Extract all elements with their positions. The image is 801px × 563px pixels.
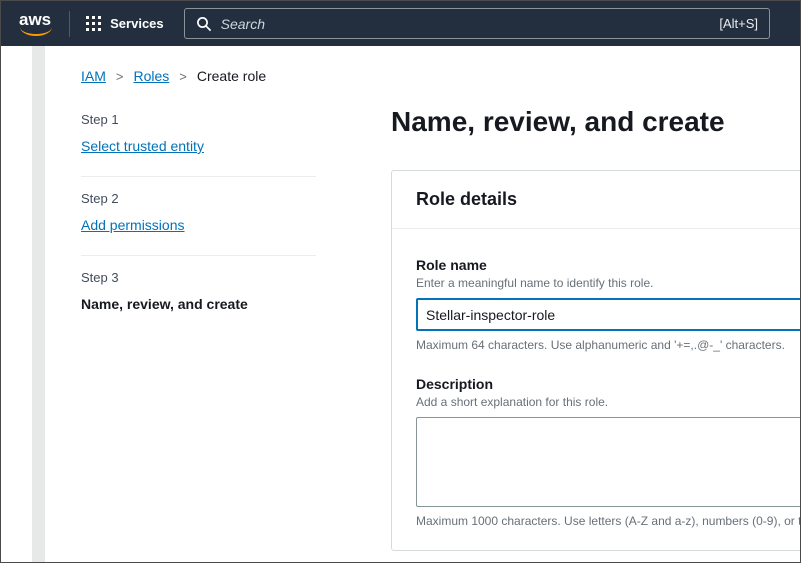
breadcrumb: IAM > Roles > Create role xyxy=(81,68,800,84)
search-shortcut: [Alt+S] xyxy=(719,16,758,31)
content-area: IAM > Roles > Create role Step 1 Select … xyxy=(81,46,800,562)
role-details-card: Role details Role name Enter a meaningfu… xyxy=(391,170,800,551)
left-scrollbar[interactable] xyxy=(32,46,45,562)
main-panel: Name, review, and create Role details Ro… xyxy=(391,98,800,551)
aws-console-window: aws Services [ xyxy=(0,0,801,563)
step-link-add-permissions[interactable]: Add permissions xyxy=(81,217,185,233)
page-title: Name, review, and create xyxy=(391,106,800,138)
breadcrumb-current-create-role: Create role xyxy=(197,68,266,84)
card-title: Role details xyxy=(392,171,800,229)
role-name-constraint: Maximum 64 characters. Use alphanumeric … xyxy=(416,338,800,352)
breadcrumb-link-iam[interactable]: IAM xyxy=(81,68,106,84)
role-name-input[interactable] xyxy=(416,298,800,331)
step-2-number: Step 2 xyxy=(81,191,316,206)
card-body: Role name Enter a meaningful name to ide… xyxy=(392,229,800,550)
role-name-help: Enter a meaningful name to identify this… xyxy=(416,276,800,290)
search-icon xyxy=(196,16,212,32)
step-link-select-trusted-entity[interactable]: Select trusted entity xyxy=(81,138,204,154)
description-label: Description xyxy=(416,376,800,392)
two-column-layout: Step 1 Select trusted entity Step 2 Add … xyxy=(81,98,800,551)
step-item-1: Step 1 Select trusted entity xyxy=(81,98,316,177)
search-box[interactable]: [Alt+S] xyxy=(184,8,770,39)
chevron-right-icon: > xyxy=(179,69,187,84)
description-field: Description Add a short explanation for … xyxy=(416,376,800,528)
chevron-right-icon: > xyxy=(116,69,124,84)
services-button[interactable]: Services xyxy=(86,16,164,31)
step-1-number: Step 1 xyxy=(81,112,316,127)
role-name-field: Role name Enter a meaningful name to ide… xyxy=(416,257,800,352)
description-constraint: Maximum 1000 characters. Use letters (A-… xyxy=(416,514,800,528)
services-label: Services xyxy=(110,16,164,31)
step-3-number: Step 3 xyxy=(81,270,316,285)
aws-logo[interactable]: aws xyxy=(17,10,59,37)
description-textarea[interactable] xyxy=(416,417,800,507)
nav-divider xyxy=(69,11,70,37)
role-name-label: Role name xyxy=(416,257,800,273)
page-body: IAM > Roles > Create role Step 1 Select … xyxy=(1,46,800,562)
grid-icon xyxy=(86,16,101,31)
description-help: Add a short explanation for this role. xyxy=(416,395,800,409)
breadcrumb-link-roles[interactable]: Roles xyxy=(133,68,169,84)
wizard-steps-nav: Step 1 Select trusted entity Step 2 Add … xyxy=(81,98,316,551)
step-item-2: Step 2 Add permissions xyxy=(81,177,316,256)
step-item-3: Step 3 Name, review, and create xyxy=(81,256,316,334)
top-nav-bar: aws Services [ xyxy=(1,1,800,46)
search-input[interactable] xyxy=(221,16,711,32)
step-current-name-review-create: Name, review, and create xyxy=(81,296,248,312)
